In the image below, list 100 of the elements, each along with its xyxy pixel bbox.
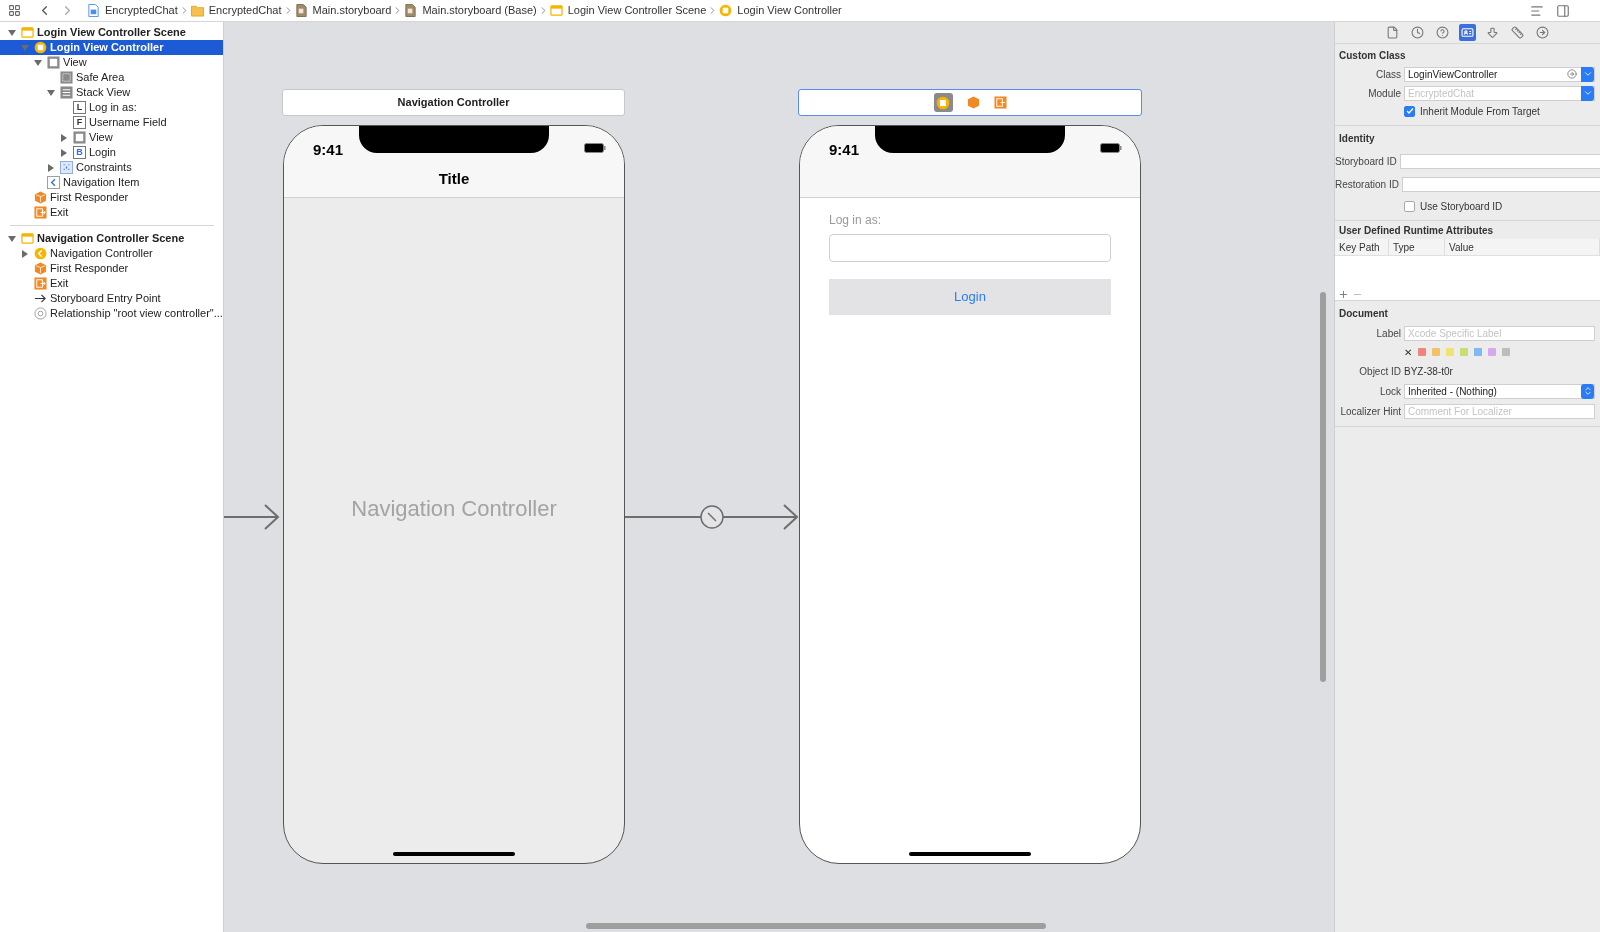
outline-row[interactable]: Safe Area [0,70,223,85]
lines-icon[interactable] [1530,3,1544,18]
outline-row[interactable]: Navigation Item [0,175,223,190]
nav-title: Title [438,169,470,189]
outline-label: View [63,55,87,71]
breadcrumb[interactable]: Login View Controller [719,2,842,19]
cube-icon [34,191,47,204]
help-icon[interactable] [1434,24,1451,41]
breadcrumb[interactable]: Login View Controller Scene [549,2,707,19]
disclosure-triangle[interactable] [8,28,16,37]
outline-row[interactable]: Navigation Controller [0,246,223,261]
column-header[interactable]: Key Path [1335,239,1389,255]
entry-arrow[interactable] [224,503,280,531]
outline-label: Log in as: [89,100,137,116]
outline-label: Exit [50,276,69,292]
outline-row[interactable]: Login View Controller [0,40,223,55]
outline-row[interactable]: Relationship "root view controller"... [0,306,223,321]
class-field[interactable]: LoginViewController [1404,66,1595,82]
column-header[interactable]: Value [1445,239,1600,255]
outline-row[interactable]: Login View Controller Scene [0,25,223,40]
battery-icon [1100,143,1122,153]
object-icon: L [73,101,86,114]
outline-row[interactable]: Exit [0,276,223,291]
outline-row[interactable]: View [0,130,223,145]
go-icon[interactable] [1567,69,1577,79]
outline-row[interactable]: Storyboard Entry Point [0,291,223,306]
exit-icon[interactable] [993,96,1007,109]
outline-row[interactable]: Navigation Controller Scene [0,231,223,246]
view-icon [47,56,60,69]
storyboard-file-icon [404,4,418,17]
navigation-controller-phone[interactable]: 9:41 Title Navigation Controller [283,125,625,864]
outline-row[interactable]: B Login [0,145,223,160]
outline-row[interactable]: Stack View [0,85,223,100]
field-label: Module [1367,86,1401,101]
vertical-scrollbar[interactable] [1320,292,1326,682]
label-swatch[interactable] [1432,348,1440,356]
scene-dock[interactable] [798,89,1142,116]
outline-row[interactable]: Constraints [0,160,223,175]
chevron-icon [47,176,60,189]
relationship-icon [34,307,47,320]
disclosure-triangle[interactable] [21,249,29,258]
field-label: Class [1375,67,1401,82]
disclosure-triangle[interactable] [34,58,42,67]
breadcrumb[interactable]: Main.storyboard [294,2,392,19]
breadcrumb[interactable]: EncryptedChat [87,2,178,19]
grid-icon[interactable] [8,4,21,17]
label-swatch[interactable] [1502,348,1510,356]
outline-row[interactable]: View [0,55,223,70]
label-swatch[interactable] [1446,348,1454,356]
storyboard-id-field[interactable] [1399,153,1600,169]
label-field[interactable]: Xcode Specific Label [1404,325,1595,341]
checkbox[interactable] [1404,200,1415,212]
label-swatch[interactable] [1488,348,1496,356]
outline-row[interactable]: First Responder [0,190,223,205]
label-swatch[interactable] [1474,348,1482,356]
outline-label: Login View Controller [50,40,164,56]
disclosure-triangle[interactable] [47,88,55,97]
controller-icon [34,41,47,54]
arrow-circle-icon[interactable] [1534,24,1551,41]
label-swatch[interactable] [1460,348,1468,356]
scene-icon [21,232,34,245]
exit-icon [34,206,47,219]
checkbox[interactable] [1404,105,1415,117]
segue-arrow[interactable] [625,503,799,531]
localizer-hint-field[interactable]: Comment For Localizer [1404,403,1595,419]
controller-icon [719,4,733,17]
clock-icon[interactable] [1409,24,1426,41]
outline-row[interactable]: F Username Field [0,115,223,130]
clear-label-button[interactable]: ✕ [1404,344,1412,360]
ruler-icon[interactable] [1509,24,1526,41]
breadcrumb[interactable]: Main.storyboard (Base) [404,2,537,19]
lock-select[interactable]: Inherited - (Nothing) [1404,383,1595,399]
object-icon: B [73,146,86,159]
cube-icon[interactable] [966,96,980,109]
outline-row[interactable]: Exit [0,205,223,220]
column-header[interactable]: Type [1389,239,1445,255]
stack-view-icon [60,86,73,99]
controller-icon[interactable] [933,93,953,112]
arrow-icon [34,292,47,305]
disclosure-triangle[interactable] [60,133,68,142]
login-phone[interactable]: 9:41 Log in as: Login [799,125,1141,864]
outline-row[interactable]: L Log in as: [0,100,223,115]
scene-title-bar[interactable]: Navigation Controller [282,89,625,116]
disclosure-triangle[interactable] [47,163,55,172]
horizontal-scrollbar[interactable] [586,923,1046,929]
restoration-id-field[interactable] [1401,176,1600,192]
breadcrumb[interactable]: EncryptedChat [190,2,282,19]
folder-icon [190,4,204,17]
field-label: Storyboard ID [1335,154,1397,169]
username-field[interactable] [829,234,1111,262]
outline-label: Navigation Controller Scene [37,231,185,247]
id-card-icon[interactable] [1459,24,1476,41]
disclosure-triangle[interactable] [8,234,16,243]
panel-icon[interactable] [1556,3,1570,18]
controller-icon [34,247,47,260]
label-swatch[interactable] [1418,348,1426,356]
outline-row[interactable]: First Responder [0,261,223,276]
disclosure-triangle[interactable] [60,148,68,157]
outline-label: Safe Area [76,70,125,86]
add-icon[interactable] [1338,288,1349,300]
